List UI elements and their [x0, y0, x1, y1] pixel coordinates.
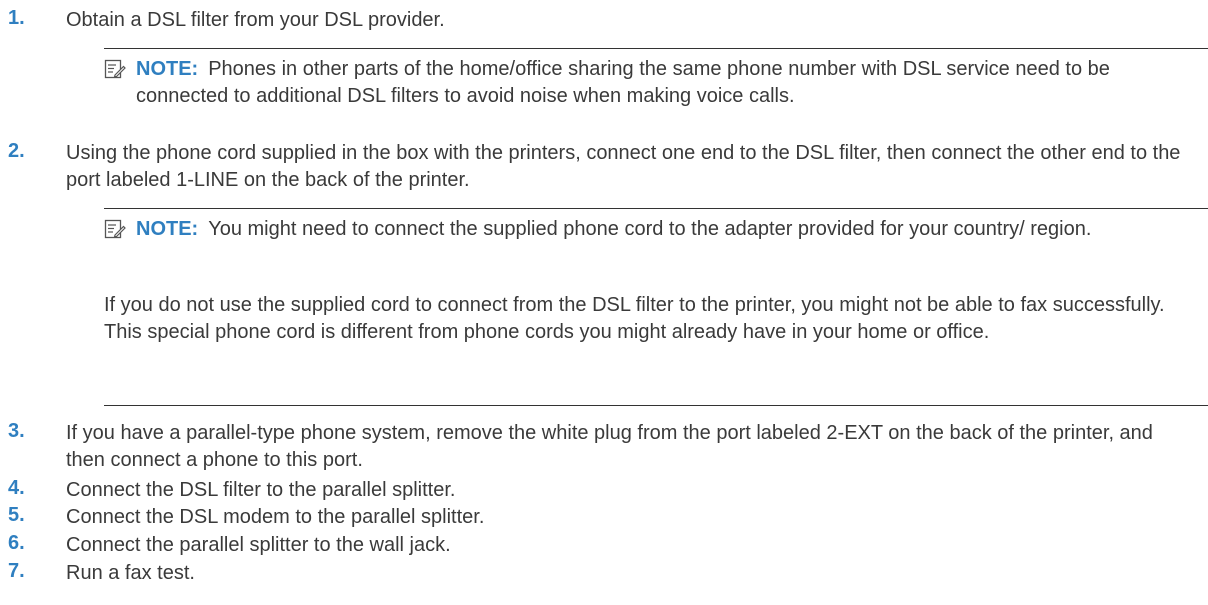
step-number: 5. [8, 504, 25, 526]
note-text: Phones in other parts of the home/office… [136, 58, 1110, 107]
step-number: 7. [8, 560, 25, 582]
note-text: You might need to connect the supplied p… [208, 218, 1092, 240]
step-text: Connect the parallel splitter to the wal… [66, 534, 451, 556]
step-text: Obtain a DSL filter from your DSL provid… [66, 9, 445, 31]
note-pencil-icon [104, 58, 126, 80]
note-paragraph: If you do not use the supplied cord to c… [104, 294, 1165, 343]
step-text: Connect the DSL modem to the parallel sp… [66, 506, 485, 528]
step-number: 6. [8, 532, 25, 554]
note-box: NOTE: You might need to connect the suppl… [104, 208, 1208, 406]
step-5: 5. Connect the DSL modem to the parallel… [0, 504, 1208, 532]
step-number: 1. [8, 7, 25, 29]
step-6: 6. Connect the parallel splitter to the … [0, 532, 1208, 560]
note-label: NOTE: [136, 58, 199, 80]
note-pencil-icon [104, 218, 126, 240]
note-label: NOTE: [136, 218, 199, 240]
step-7: 7. Run a fax test. [0, 560, 1208, 588]
step-3: 3. If you have a parallel-type phone sys… [0, 420, 1208, 476]
step-number: 4. [8, 477, 25, 499]
step-1: 1. Obtain a DSL filter from your DSL pro… [0, 7, 1208, 35]
step-4: 4. Connect the DSL filter to the paralle… [0, 477, 1208, 505]
step-2: 2. Using the phone cord supplied in the … [0, 140, 1208, 196]
note-body: NOTE: Phones in other parts of the home/o… [136, 56, 1196, 110]
note-body: NOTE: You might need to connect the suppl… [136, 216, 1196, 243]
step-text: Run a fax test. [66, 562, 195, 584]
note-box: NOTE: Phones in other parts of the home/o… [104, 48, 1208, 111]
step-text: If you have a parallel-type phone system… [66, 422, 1153, 471]
step-text: Connect the DSL filter to the parallel s… [66, 479, 456, 501]
step-text: Using the phone cord supplied in the box… [66, 142, 1181, 191]
step-number: 2. [8, 140, 25, 162]
step-number: 3. [8, 420, 25, 442]
